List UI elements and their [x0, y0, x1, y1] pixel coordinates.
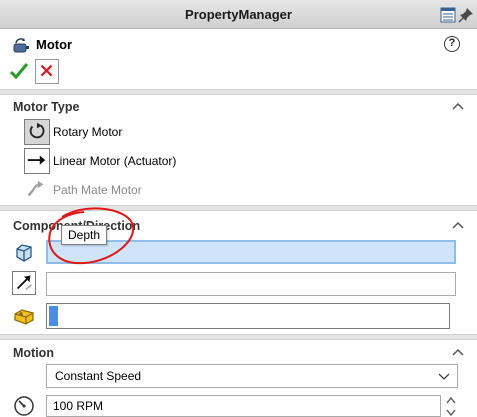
option-rotary-motor[interactable]: Rotary Motor — [24, 119, 444, 145]
linear-motor-label: Linear Motor (Actuator) — [53, 154, 177, 168]
motion-label: Motion — [13, 346, 54, 360]
speed-spinner[interactable] — [444, 395, 458, 417]
speed-gauge-icon — [14, 396, 34, 416]
linear-motor-icon — [24, 148, 50, 174]
motion-header[interactable]: Motion — [0, 341, 477, 365]
chevron-up-icon[interactable] — [452, 220, 464, 230]
rotary-motor-label: Rotary Motor — [53, 125, 123, 139]
ok-button[interactable] — [9, 60, 29, 82]
path-mate-motor-icon — [24, 177, 50, 203]
option-linear-motor[interactable]: Linear Motor (Actuator) — [24, 148, 444, 174]
motor-type-label: Motor Type — [13, 100, 80, 114]
motion-type-value: Constant Speed — [55, 369, 142, 383]
section-divider — [0, 334, 477, 340]
selection-marker — [49, 306, 58, 326]
path-mate-motor-label: Path Mate Motor — [53, 183, 142, 197]
component-face-field[interactable] — [46, 240, 456, 264]
rotary-motor-icon — [24, 119, 50, 145]
tooltip: Depth — [61, 225, 107, 245]
section-divider — [0, 205, 477, 211]
motor-type-header[interactable]: Motor Type — [0, 95, 477, 119]
property-manager-titlebar: PropertyManager — [0, 0, 477, 29]
motor-icon — [13, 38, 29, 53]
expand-panel-icon[interactable] — [440, 7, 456, 23]
cancel-button[interactable] — [35, 59, 59, 84]
chevron-up-icon[interactable] — [452, 347, 464, 357]
close-icon — [40, 64, 53, 77]
motion-type-select[interactable]: Constant Speed — [46, 364, 458, 388]
help-icon[interactable]: ? — [444, 36, 460, 52]
feature-header: Motor ? — [0, 33, 477, 57]
speed-value: 100 RPM — [53, 399, 104, 413]
speed-input[interactable]: 100 RPM — [46, 395, 441, 417]
chevron-down-icon[interactable] — [438, 373, 450, 381]
window-title: PropertyManager — [185, 7, 292, 22]
option-path-mate-motor[interactable]: Path Mate Motor — [24, 177, 444, 203]
pin-icon[interactable] — [458, 7, 474, 23]
direction-icon[interactable] — [12, 271, 36, 295]
component-to-move-field[interactable] — [46, 303, 450, 329]
direction-field[interactable] — [46, 272, 456, 296]
feature-title: Motor — [36, 37, 73, 52]
face-select-icon — [16, 244, 32, 262]
component-to-move-icon — [14, 309, 34, 325]
chevron-up-icon[interactable] — [452, 101, 464, 111]
